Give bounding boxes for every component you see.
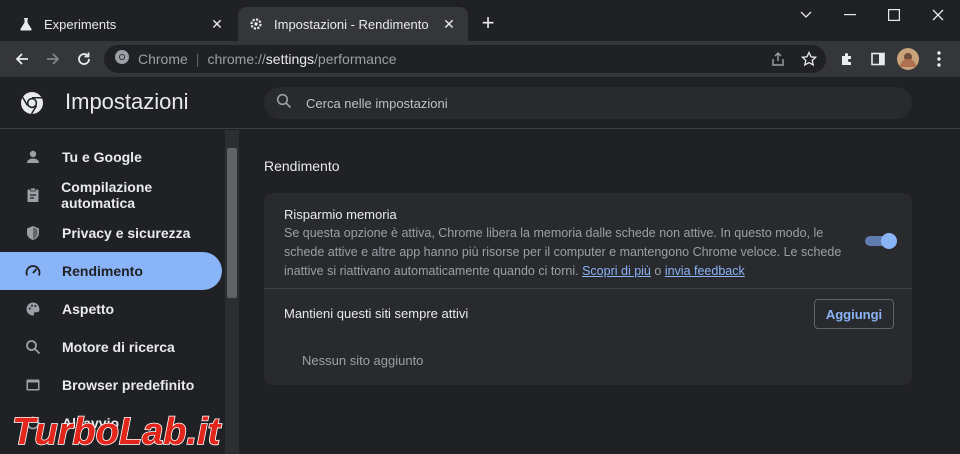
performance-card: Risparmio memoria Se questa opzione è at… [264,193,912,385]
chrome-logo-icon [20,91,44,115]
url-text: chrome://settings/performance [207,51,397,67]
browser-toolbar: Chrome | chrome://settings/performance [0,41,960,77]
close-icon[interactable]: ✕ [208,15,226,33]
side-panel-icon[interactable] [866,47,890,71]
avatar[interactable] [896,47,920,71]
always-active-label: Mantieni questi siti sempre attivi [284,306,469,321]
close-icon[interactable]: ✕ [440,15,458,33]
clipboard-icon [24,186,41,204]
settings-search[interactable] [264,87,912,119]
share-icon[interactable] [766,47,790,71]
new-tab-button[interactable]: + [476,12,500,36]
memory-saver-title: Risparmio memoria [284,207,397,222]
site-label: Chrome [138,51,188,67]
shield-icon [24,224,42,242]
sidebar-item-label: Aspetto [62,301,115,317]
send-feedback-link[interactable]: invia feedback [665,264,745,278]
add-site-button[interactable]: Aggiungi [814,299,894,329]
gear-icon [248,16,264,32]
sidebar-item-privacy[interactable]: Privacy e sicurezza [0,214,222,252]
palette-icon [24,300,42,318]
forward-icon[interactable] [41,47,65,71]
person-icon [24,148,42,166]
svg-text:TurboLab.it: TurboLab.it [12,411,222,453]
sidebar-item-label: Tu e Google [62,149,142,165]
address-bar[interactable]: Chrome | chrome://settings/performance [104,45,826,73]
memory-saver-description: Se questa opzione è attiva, Chrome liber… [284,226,842,278]
learn-more-link[interactable]: Scopri di più [582,264,651,278]
sidebar-item-you-and-google[interactable]: Tu e Google [0,138,222,176]
sidebar-item-label: Rendimento [62,263,143,279]
browser-icon [24,376,42,394]
memory-saver-toggle[interactable] [865,233,897,249]
sidebar-item-performance[interactable]: Rendimento [0,252,222,290]
maximize-icon[interactable] [872,0,916,30]
sidebar-item-autofill[interactable]: Compilazione automatica [0,176,222,214]
tab-experiments[interactable]: Experiments ✕ [8,7,236,41]
extensions-icon[interactable] [835,47,859,71]
tab-strip: Experiments ✕ Impostazioni - Rendimento … [0,0,960,41]
settings-header: Impostazioni [0,77,960,129]
chevron-down-icon[interactable] [784,0,828,30]
turbolab-watermark-logo: TurboLab.it [11,410,222,454]
star-icon[interactable] [797,47,821,71]
menu-icon[interactable] [927,47,951,71]
reload-icon[interactable] [72,47,96,71]
tab-settings[interactable]: Impostazioni - Rendimento ✕ [238,7,468,41]
sidebar-scrollbar-thumb[interactable] [227,148,237,298]
search-input[interactable] [306,95,866,111]
sidebar-item-label: Browser predefinito [62,377,195,393]
sidebar-item-label: Compilazione automatica [61,179,153,211]
minimize-icon[interactable] [828,0,872,30]
empty-sites-text: Nessun sito aggiunto [302,353,424,368]
sidebar-item-search-engine[interactable]: Motore di ricerca [0,328,222,366]
toggle-knob [881,233,897,249]
url-separator: | [195,51,200,67]
page-title: Impostazioni [65,89,189,114]
tab-title: Experiments [44,16,117,32]
back-icon[interactable] [10,47,34,71]
sidebar-item-label: Motore di ricerca [62,339,175,355]
divider [264,288,912,289]
sidebar-item-label: Privacy e sicurezza [62,225,191,241]
speedometer-icon [24,262,42,280]
flask-icon [18,16,34,32]
search-icon [276,93,292,114]
sidebar-item-default-browser[interactable]: Browser predefinito [0,366,222,404]
section-title: Rendimento [264,158,340,174]
tab-title: Impostazioni - Rendimento [274,16,429,32]
chrome-site-icon [114,49,130,70]
sidebar-item-appearance[interactable]: Aspetto [0,290,222,328]
search-icon [24,338,42,356]
close-window-icon[interactable] [916,0,960,30]
